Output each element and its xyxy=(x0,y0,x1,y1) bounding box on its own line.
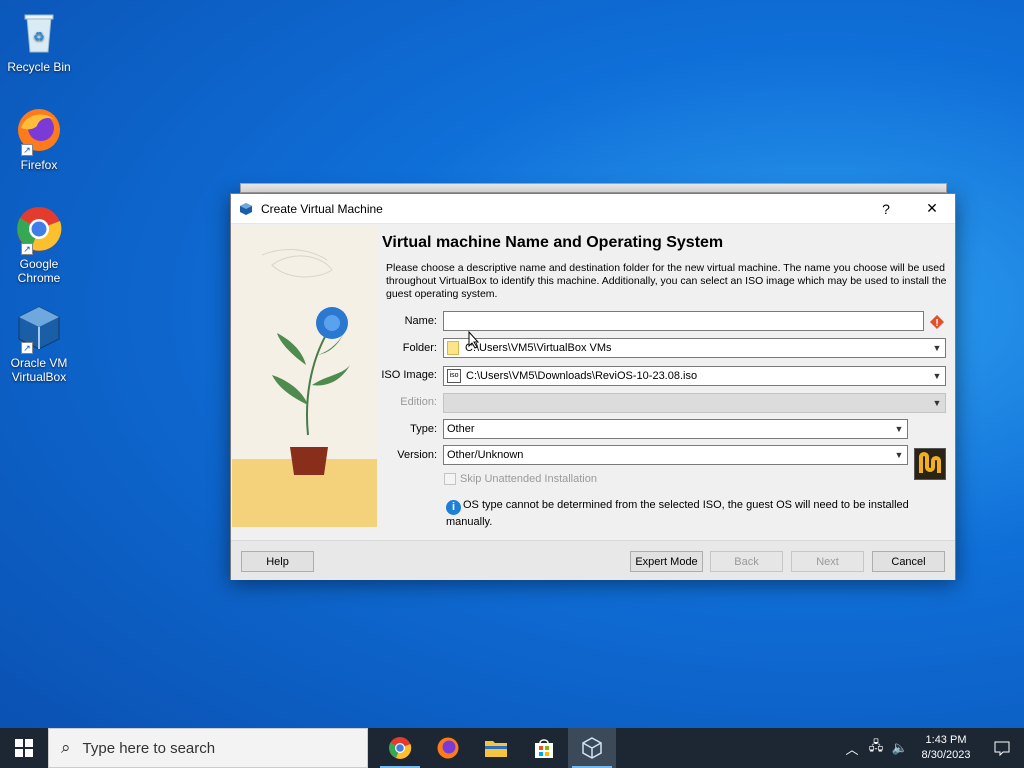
shortcut-arrow-icon: ↗ xyxy=(21,342,33,354)
chevron-down-icon: ▼ xyxy=(932,398,942,408)
clock-date: 8/30/2023 xyxy=(921,749,971,761)
shortcut-arrow-icon: ↗ xyxy=(21,243,33,255)
skip-unattended-label: Skip Unattended Installation xyxy=(460,473,597,485)
next-button[interactable]: Next xyxy=(791,551,864,572)
description-text: Please choose a descriptive name and des… xyxy=(386,262,947,300)
warning-icon: ! xyxy=(930,315,944,329)
taskbar-store[interactable] xyxy=(520,728,568,768)
firefox-icon xyxy=(437,737,459,759)
iso-image-label: ISO Image: xyxy=(381,369,437,381)
search-icon: ⌕ xyxy=(61,738,71,757)
start-button[interactable] xyxy=(0,728,48,768)
help-title-button[interactable]: ? xyxy=(863,194,909,224)
windows-logo-icon xyxy=(15,739,33,757)
taskbar-chrome[interactable] xyxy=(376,728,424,768)
page-title: Virtual machine Name and Operating Syste… xyxy=(382,234,724,251)
firefox-icon: ↗ xyxy=(15,106,63,156)
virtualbox-icon xyxy=(582,737,602,759)
folder-icon xyxy=(485,741,507,757)
dialog-content: Virtual machine Name and Operating Syste… xyxy=(231,224,955,540)
volume-icon[interactable]: 🔈 xyxy=(888,740,912,756)
desktop-icon-firefox[interactable]: ↗ Firefox xyxy=(4,106,74,172)
recycle-bin-icon: ♻ xyxy=(15,8,63,56)
background-window xyxy=(240,183,947,193)
folder-label: Folder: xyxy=(402,342,437,354)
network-icon[interactable]: 🖧 xyxy=(864,737,888,759)
back-button[interactable]: Back xyxy=(710,551,783,572)
desktop-icon-label: Recycle Bin xyxy=(7,60,71,74)
info-icon: i xyxy=(446,500,461,515)
desktop-icon-chrome[interactable]: ↗ Google Chrome xyxy=(4,205,74,285)
svg-text:!: ! xyxy=(935,318,938,329)
notifications-button[interactable] xyxy=(980,728,1024,768)
desktop-icon-virtualbox[interactable]: ↗ Oracle VM VirtualBox xyxy=(4,304,74,384)
taskbar: ⌕ Type here to search ︿ 🖧 🔈 1:43 PM 8/30… xyxy=(0,728,1024,768)
help-button[interactable]: Help xyxy=(241,551,314,572)
desktop-icon-recycle-bin[interactable]: ♻ Recycle Bin xyxy=(4,8,74,74)
taskbar-firefox[interactable] xyxy=(424,728,472,768)
create-vm-dialog: Create Virtual Machine ? ✕ Virtual machi… xyxy=(230,193,956,580)
edition-label: Edition: xyxy=(400,396,437,408)
chevron-up-icon[interactable]: ︿ xyxy=(840,739,864,758)
name-label: Name: xyxy=(404,315,437,327)
chevron-down-icon: ▼ xyxy=(894,424,904,434)
chrome-icon: ↗ xyxy=(15,205,63,255)
folder-value: C:\Users\VM5\VirtualBox VMs xyxy=(465,342,612,354)
clock[interactable]: 1:43 PM 8/30/2023 xyxy=(912,733,980,763)
mouse-cursor-icon xyxy=(468,331,480,349)
virtualbox-icon xyxy=(240,202,252,215)
type-value: Other xyxy=(447,423,475,435)
desktop-icon-label: Firefox xyxy=(20,158,58,172)
store-icon xyxy=(535,739,553,758)
edition-select: ▼ xyxy=(443,393,946,413)
chevron-down-icon: ▼ xyxy=(932,343,942,353)
info-text: OS type cannot be determined from the se… xyxy=(446,499,909,528)
desktop-icon-label: Google Chrome xyxy=(17,257,61,285)
close-button[interactable]: ✕ xyxy=(909,194,955,224)
wizard-illustration xyxy=(232,225,377,527)
cancel-button[interactable]: Cancel xyxy=(872,551,945,572)
virtualbox-icon: ↗ xyxy=(15,304,63,354)
version-select[interactable]: Other/Unknown ▼ xyxy=(443,445,908,465)
expert-mode-button[interactable]: Expert Mode xyxy=(630,551,703,572)
taskbar-virtualbox[interactable] xyxy=(568,728,616,768)
dialog-footer: Help Expert Mode Back Next Cancel xyxy=(231,540,955,580)
clock-time: 1:43 PM xyxy=(925,734,967,746)
version-value: Other/Unknown xyxy=(447,449,524,461)
svg-text:♻: ♻ xyxy=(33,29,45,44)
info-message: i OS type cannot be determined from the s… xyxy=(446,498,926,529)
checkbox-box xyxy=(444,473,456,485)
iso-image-select[interactable]: iso C:\Users\VM5\Downloads\ReviOS-10-23.… xyxy=(443,366,946,386)
dialog-titlebar[interactable]: Create Virtual Machine ? ✕ xyxy=(231,194,955,224)
notification-icon xyxy=(994,741,1010,756)
chevron-down-icon: ▼ xyxy=(932,371,942,381)
type-select[interactable]: Other ▼ xyxy=(443,419,908,439)
chrome-icon xyxy=(389,737,412,759)
folder-icon xyxy=(447,341,459,355)
system-tray: ︿ 🖧 🔈 1:43 PM 8/30/2023 xyxy=(840,728,1024,768)
iso-image-value: C:\Users\VM5\Downloads\ReviOS-10-23.08.i… xyxy=(466,370,698,382)
desktop-icon-label: Oracle VM VirtualBox xyxy=(10,356,68,384)
search-placeholder: Type here to search xyxy=(82,739,216,757)
taskbar-file-explorer[interactable] xyxy=(472,728,520,768)
skip-unattended-checkbox[interactable]: Skip Unattended Installation xyxy=(444,473,597,485)
disc-image-icon: iso xyxy=(447,369,461,383)
shortcut-arrow-icon: ↗ xyxy=(21,144,33,156)
os-type-icon xyxy=(914,448,946,480)
folder-select[interactable]: C:\Users\VM5\VirtualBox VMs ▼ xyxy=(443,338,946,358)
type-label: Type: xyxy=(410,423,437,435)
dialog-title: Create Virtual Machine xyxy=(261,201,383,216)
version-label: Version: xyxy=(397,449,437,461)
taskbar-search-box[interactable]: ⌕ Type here to search xyxy=(48,728,368,768)
chevron-down-icon: ▼ xyxy=(894,450,904,460)
name-input[interactable] xyxy=(443,311,924,331)
